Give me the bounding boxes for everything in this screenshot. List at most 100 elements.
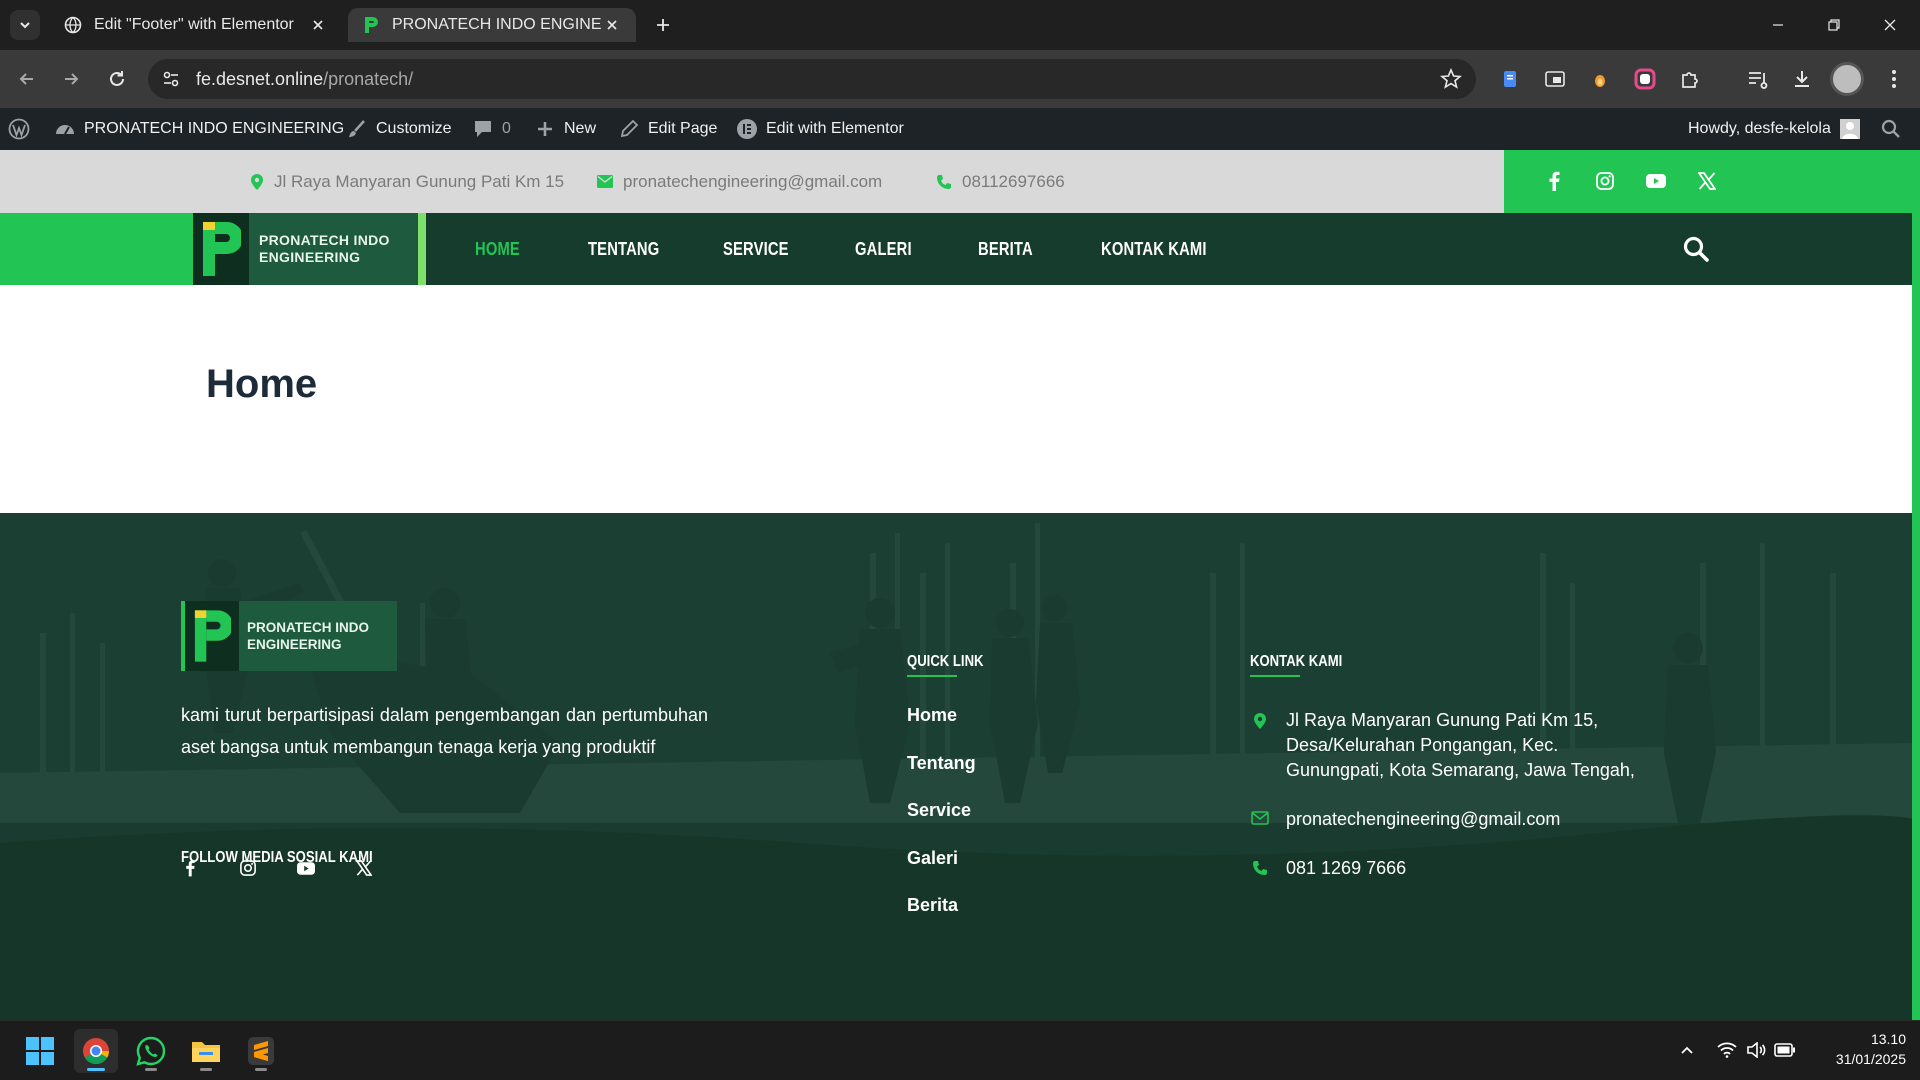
search-icon — [1683, 236, 1709, 262]
map-pin-icon — [1250, 708, 1270, 732]
phone-icon — [1250, 856, 1270, 880]
close-icon[interactable] — [602, 15, 622, 35]
wp-logo-button[interactable] — [8, 108, 30, 150]
start-button[interactable] — [18, 1029, 62, 1073]
topbar-email[interactable]: pronatechengineering@gmail.com — [597, 150, 882, 213]
battery-status[interactable] — [1774, 1039, 1796, 1061]
footer-x-icon[interactable] — [352, 856, 376, 880]
phone-icon — [937, 174, 951, 189]
windows-taskbar: 13.10 31/01/2025 — [0, 1020, 1920, 1080]
new-content-link[interactable]: New — [534, 108, 596, 150]
nav-service[interactable]: SERVICE — [723, 213, 789, 285]
admin-search-button[interactable] — [1880, 108, 1902, 150]
envelope-icon — [597, 175, 613, 188]
extension-docs-icon[interactable] — [1496, 65, 1524, 93]
pencil-icon — [620, 119, 639, 138]
download-icon[interactable] — [1788, 65, 1816, 93]
wifi-icon — [1717, 1042, 1737, 1058]
topbar-social-bar — [1504, 150, 1912, 213]
x-icon[interactable] — [1694, 168, 1720, 194]
minimize-button[interactable] — [1750, 0, 1806, 50]
edit-elementor-link[interactable]: Edit with Elementor — [736, 108, 904, 150]
topbar-address-text: Jl Raya Manyaran Gunung Pati Km 15 — [274, 171, 565, 191]
map-pin-icon — [251, 173, 263, 190]
extensions-puzzle-icon[interactable] — [1676, 65, 1704, 93]
close-window-button[interactable] — [1862, 0, 1918, 50]
website-viewport: Jl Raya Manyaran Gunung Pati Km 15 prona… — [0, 150, 1912, 1020]
taskbar-chrome[interactable] — [74, 1029, 118, 1073]
whatsapp-icon — [136, 1036, 166, 1066]
tab-pronatech[interactable]: PRONATECH INDO ENGINEERING — [348, 8, 636, 42]
tab-title: Edit "Footer" with Elementor — [94, 16, 294, 33]
customize-link[interactable]: Customize — [346, 108, 452, 150]
wifi-status[interactable] — [1716, 1039, 1738, 1061]
restore-icon — [1828, 19, 1840, 31]
comments-link[interactable]: 0 — [472, 108, 511, 150]
extension-window-icon[interactable] — [1541, 65, 1569, 93]
site-info-button[interactable] — [156, 64, 186, 94]
restore-button[interactable] — [1806, 0, 1862, 50]
tab-edit-footer[interactable]: Edit "Footer" with Elementor — [50, 8, 342, 42]
footer-link-berita[interactable]: Berita — [907, 895, 958, 916]
address-bar[interactable]: fe.desnet.online/pronatech/ — [148, 59, 1476, 99]
browser-tabstrip: Edit "Footer" with Elementor PRONATECH I… — [0, 0, 1920, 50]
facebook-icon[interactable] — [1541, 168, 1567, 194]
bookmark-star-icon[interactable] — [1440, 68, 1462, 90]
nav-home[interactable]: HOME — [475, 213, 520, 285]
tray-overflow-button[interactable] — [1676, 1039, 1698, 1061]
edit-page-label: Edit Page — [648, 120, 718, 137]
footer-logo-inner: PRONATECH INDO ENGINEERING — [185, 601, 397, 671]
extension-color-icon[interactable] — [1631, 65, 1659, 93]
nav-galeri[interactable]: GALERI — [855, 213, 912, 285]
nav-kontak-kami[interactable]: KONTAK KAMI — [1101, 213, 1207, 285]
taskbar-file-explorer[interactable] — [184, 1029, 228, 1073]
my-account-link[interactable]: Howdy, desfe-kelola — [1688, 108, 1861, 150]
profile-avatar[interactable] — [1830, 62, 1864, 96]
taskbar-sublime[interactable] — [239, 1029, 283, 1073]
site-logo[interactable]: PRONATECH INDO ENGINEERING — [0, 213, 426, 285]
footer-logo-line-1: PRONATECH INDO — [247, 620, 370, 635]
edit-elementor-label: Edit with Elementor — [766, 120, 904, 137]
footer-link-service[interactable]: Service — [907, 800, 971, 821]
tab-search-button[interactable] — [10, 10, 40, 40]
back-button[interactable] — [12, 64, 42, 94]
footer-link-tentang[interactable]: Tentang — [907, 753, 976, 774]
search-icon — [1881, 119, 1900, 138]
follow-heading: FOLLOW MEDIA SOSIAL KAMI — [181, 849, 373, 866]
url-path: /pronatech/ — [323, 68, 414, 89]
running-indicator — [145, 1068, 157, 1071]
footer-link-home[interactable]: Home — [907, 705, 957, 726]
footer-contact-phone[interactable]: 081 1269 7666 — [1250, 856, 1406, 881]
logo-text: PRONATECH INDO ENGINEERING — [259, 232, 390, 266]
contact-address-text: Jl Raya Manyaran Gunung Pati Km 15, Desa… — [1286, 710, 1635, 780]
reload-button[interactable] — [102, 64, 132, 94]
edit-page-link[interactable]: Edit Page — [618, 108, 717, 150]
forward-button[interactable] — [56, 64, 86, 94]
volume-status[interactable] — [1745, 1039, 1767, 1061]
nav-berita[interactable]: BERITA — [978, 213, 1033, 285]
more-menu-icon[interactable] — [1880, 65, 1908, 93]
site-name-link[interactable]: PRONATECH INDO ENGINEERING — [54, 108, 344, 150]
footer-facebook-icon[interactable] — [178, 856, 202, 880]
howdy-label: Howdy, desfe-kelola — [1688, 120, 1831, 137]
plus-icon — [657, 19, 669, 31]
footer-logo-line-2: ENGINEERING — [247, 637, 342, 652]
page-scrollbar[interactable] — [1912, 150, 1920, 1020]
instagram-icon[interactable] — [1592, 168, 1618, 194]
topbar-phone[interactable]: 08112697666 — [936, 150, 1065, 213]
topbar-phone-text: 08112697666 — [962, 171, 1065, 191]
footer-instagram-icon[interactable] — [236, 856, 260, 880]
extension-flame-icon[interactable] — [1586, 65, 1614, 93]
footer-youtube-icon[interactable] — [294, 856, 318, 880]
youtube-icon[interactable] — [1643, 168, 1669, 194]
footer-contact-email[interactable]: pronatechengineering@gmail.com — [1250, 807, 1560, 832]
media-queue-icon[interactable] — [1744, 65, 1772, 93]
taskbar-clock[interactable]: 13.10 31/01/2025 — [1800, 1029, 1906, 1069]
close-icon[interactable] — [308, 15, 328, 35]
footer-link-galeri[interactable]: Galeri — [907, 848, 958, 869]
footer-logo[interactable]: PRONATECH INDO ENGINEERING — [181, 601, 397, 671]
nav-tentang[interactable]: TENTANG — [588, 213, 659, 285]
nav-search-button[interactable] — [1682, 235, 1710, 263]
new-tab-button[interactable] — [650, 12, 676, 38]
taskbar-whatsapp[interactable] — [129, 1029, 173, 1073]
